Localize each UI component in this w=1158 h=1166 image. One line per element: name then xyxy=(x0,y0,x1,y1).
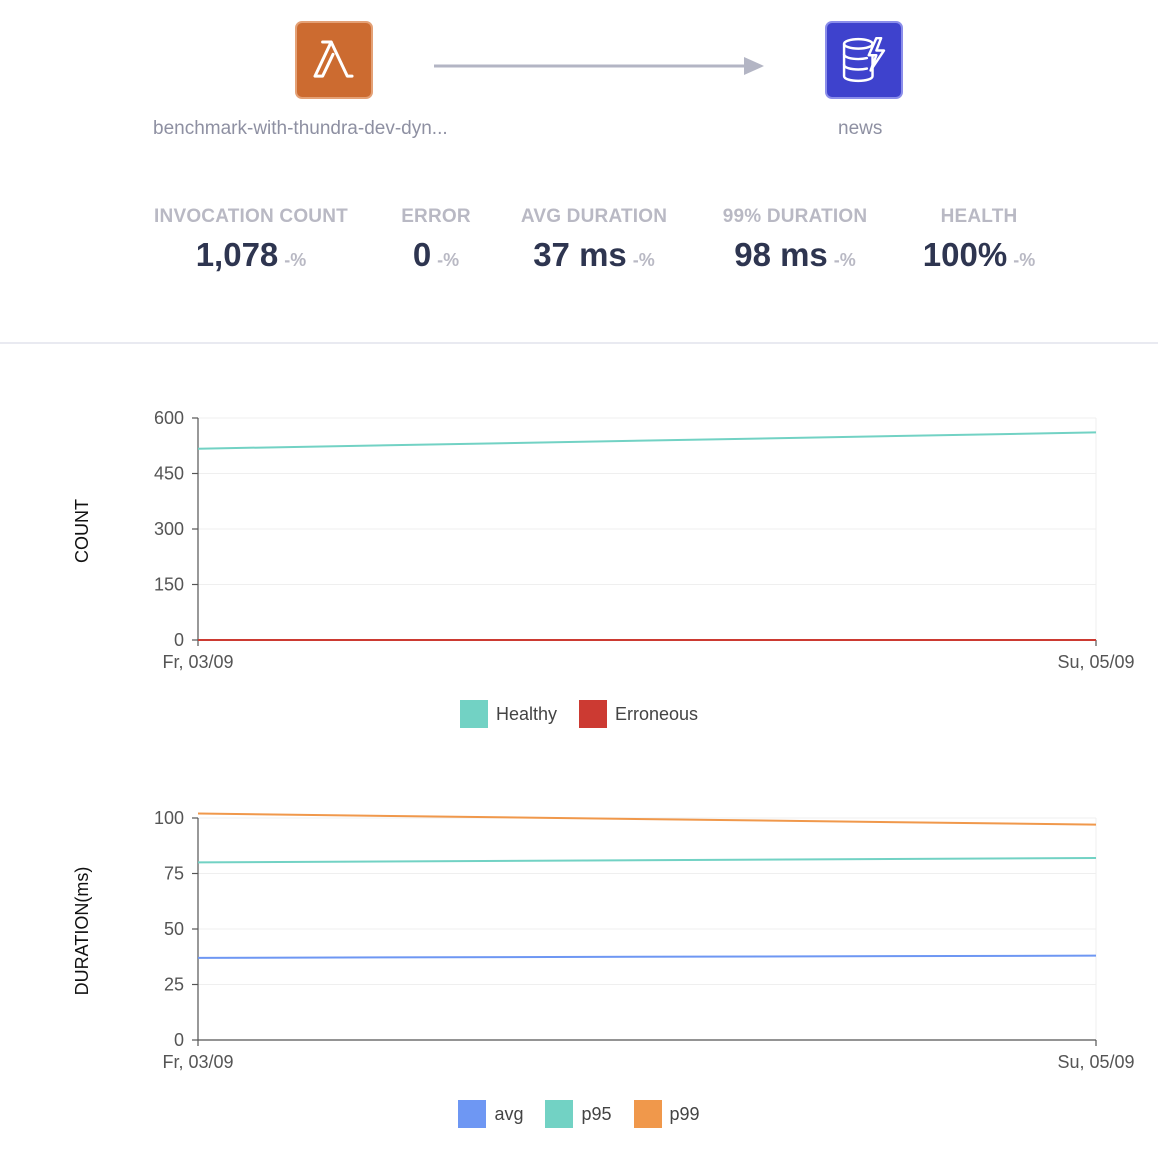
series-line-avg xyxy=(197,954,1097,959)
source-node-label: benchmark-with-thundra-dev-dyn... xyxy=(153,118,448,139)
legend-swatch xyxy=(633,1100,662,1128)
metric-label: 99% DURATION xyxy=(722,206,868,227)
y-axis-title: COUNT xyxy=(72,499,92,563)
legend-item-healthy[interactable]: Healthy xyxy=(459,700,557,728)
legend-label: avg xyxy=(494,1103,524,1124)
legend-swatch xyxy=(545,1100,574,1128)
section-divider xyxy=(0,342,1158,344)
legend-label: Healthy xyxy=(495,703,557,724)
y-tick-label: 25 xyxy=(164,975,184,995)
y-tick-label: 100 xyxy=(154,808,184,828)
y-tick-label: 0 xyxy=(174,630,184,650)
y-tick-label: 450 xyxy=(154,464,184,484)
legend-swatch xyxy=(578,700,607,728)
metric-value: 0 xyxy=(412,236,432,273)
legend-label: p95 xyxy=(581,1103,612,1124)
metric-change: -% xyxy=(632,250,655,270)
metric-label: AVG DURATION xyxy=(520,206,668,227)
y-tick-label: 75 xyxy=(164,864,184,884)
x-tick-label: Su, 05/09 xyxy=(1057,1052,1134,1072)
metric-value: 1,078 xyxy=(195,236,279,273)
metric-change: -% xyxy=(284,250,307,270)
series-line-p95 xyxy=(197,856,1097,864)
legend-label: p99 xyxy=(669,1103,700,1124)
x-tick-label: Fr, 03/09 xyxy=(162,1052,233,1072)
metric-error: ERROR 0 -% xyxy=(401,206,471,274)
metric-value: 98 ms xyxy=(734,236,828,273)
legend-label: Erroneous xyxy=(614,703,699,724)
metric-invocation-count: INVOCATION COUNT 1,078 -% xyxy=(154,206,348,274)
flow-arrow-icon xyxy=(434,57,764,75)
y-tick-label: 0 xyxy=(174,1030,184,1050)
x-tick-label: Su, 05/09 xyxy=(1057,652,1134,672)
y-tick-label: 600 xyxy=(154,408,184,428)
legend-item-avg[interactable]: avg xyxy=(458,1100,523,1128)
series-line-p99 xyxy=(197,812,1097,826)
legend-item-p95[interactable]: p95 xyxy=(545,1100,612,1128)
count-chart-legend: Healthy Erroneous xyxy=(0,700,1158,728)
y-tick-label: 50 xyxy=(164,919,184,939)
metric-value: 37 ms xyxy=(533,236,627,273)
metric-change: -% xyxy=(1013,250,1036,270)
target-node-label: news xyxy=(838,118,883,139)
metric-avg-duration: AVG DURATION 37 ms -% xyxy=(521,206,667,274)
y-tick-label: 150 xyxy=(154,575,184,595)
metric-change: -% xyxy=(437,250,460,270)
duration-chart-legend: avg p95 p99 xyxy=(0,1100,1158,1128)
legend-item-erroneous[interactable]: Erroneous xyxy=(578,700,699,728)
metric-health: HEALTH 100% -% xyxy=(923,206,1035,274)
dynamodb-icon[interactable] xyxy=(825,21,903,99)
legend-swatch xyxy=(459,700,488,728)
metric-label: HEALTH xyxy=(940,206,1018,227)
metric-value: 100% xyxy=(922,236,1008,273)
duration-chart: 0 25 50 75 100 Fr, 03/09 Su, 05/09 DURATION(ms) xyxy=(72,808,1135,1072)
legend-swatch xyxy=(458,1100,487,1128)
legend-item-p99[interactable]: p99 xyxy=(633,1100,700,1128)
metric-change: -% xyxy=(833,250,856,270)
metric-p99-duration: 99% DURATION 98 ms -% xyxy=(723,206,868,274)
lambda-icon[interactable] xyxy=(295,21,373,99)
count-chart: 0 150 300 450 600 Fr, 03/09 Su, 05/09 COUNT xyxy=(72,408,1135,672)
y-axis-title: DURATION(ms) xyxy=(72,867,92,996)
x-tick-label: Fr, 03/09 xyxy=(162,652,233,672)
metric-label: ERROR xyxy=(401,206,471,227)
metric-label: INVOCATION COUNT xyxy=(154,206,348,227)
series-line-healthy xyxy=(197,431,1097,450)
y-tick-label: 300 xyxy=(154,519,184,539)
